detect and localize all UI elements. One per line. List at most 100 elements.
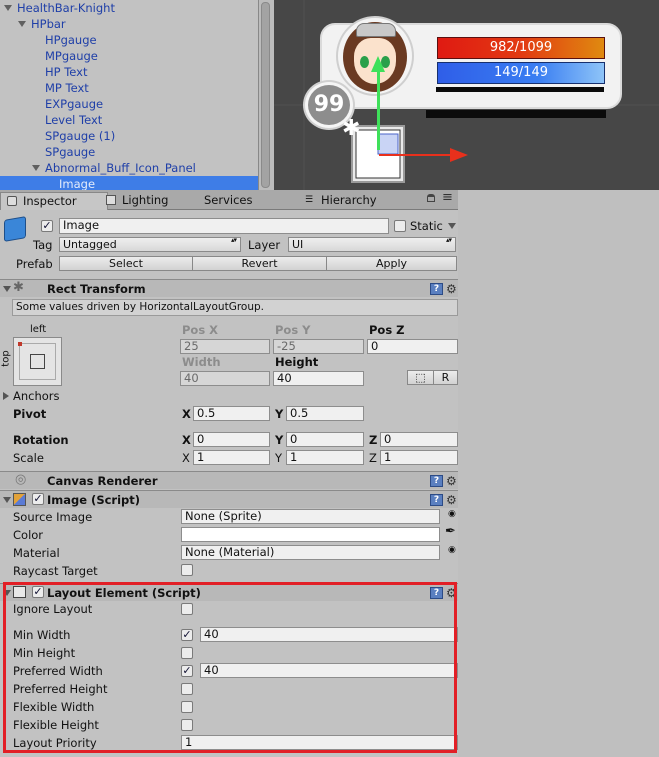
hierarchy-item-hpbar[interactable]: HPbar <box>0 16 258 32</box>
lock-icon[interactable] <box>427 194 435 202</box>
hierarchy-item-level-text[interactable]: Level Text <box>0 112 258 128</box>
color-swatch[interactable] <box>181 527 440 542</box>
gear-icon[interactable]: ⚙ <box>446 283 457 295</box>
scale-y-field[interactable]: 1 <box>286 450 364 465</box>
foldout-icon[interactable] <box>3 497 11 503</box>
pivot-label: Pivot <box>13 407 47 421</box>
object-picker-icon[interactable]: ◉ <box>448 509 456 519</box>
pos-x-field: 25 <box>180 339 270 354</box>
help-icon[interactable]: ? <box>430 283 443 295</box>
blueprint-icon: ⬚ <box>415 371 426 384</box>
pos-z-field[interactable]: 0 <box>367 339 458 354</box>
tab-lighting[interactable]: Lighting <box>100 192 190 210</box>
hierarchy-item-expgauge[interactable]: EXPgauge <box>0 96 258 112</box>
object-name-field[interactable]: Image <box>59 218 389 234</box>
tab-hierarchy[interactable]: ☰ Hierarchy <box>299 192 389 210</box>
scale-x-field[interactable]: 1 <box>193 450 270 465</box>
help-icon[interactable]: ? <box>430 475 443 487</box>
hierarchy-item-label: Level Text <box>45 113 103 127</box>
tab-label: Hierarchy <box>321 193 377 207</box>
menu-icon[interactable]: ≡ <box>442 191 453 204</box>
expand-triangle-icon[interactable] <box>4 5 12 11</box>
hierarchy-item-hp-text[interactable]: HP Text <box>0 64 258 80</box>
material-field[interactable]: None (Material) <box>181 545 440 560</box>
layer-label: Layer <box>248 238 281 252</box>
rotation-z-field[interactable]: 0 <box>380 432 458 447</box>
raycast-target-checkbox[interactable] <box>181 564 193 576</box>
blueprint-mode-button[interactable]: ⬚ <box>407 370 434 385</box>
width-field: 40 <box>180 371 270 386</box>
source-image-label: Source Image <box>13 510 93 524</box>
tag-dropdown[interactable]: Untagged <box>59 237 241 252</box>
image-script-header[interactable]: ✓ Image (Script) ? ⚙ <box>0 490 458 508</box>
hierarchy-item-label: HP Text <box>45 65 88 79</box>
hierarchy-item-hpgauge[interactable]: HPgauge <box>0 32 258 48</box>
hierarchy-item-spgauge-1[interactable]: SPgauge (1) <box>0 128 258 144</box>
gear-icon[interactable]: ⚙ <box>446 475 457 487</box>
image-enabled-checkbox[interactable]: ✓ <box>32 493 44 505</box>
help-icon[interactable]: ? <box>430 494 443 506</box>
anchor-presets-button[interactable] <box>13 337 62 386</box>
rotation-x-field[interactable]: 0 <box>193 432 270 447</box>
height-field[interactable]: 40 <box>273 371 364 386</box>
rotation-y-field[interactable]: 0 <box>286 432 364 447</box>
prefab-select-button[interactable]: Select <box>59 256 193 271</box>
raw-edit-button[interactable]: R <box>433 370 458 385</box>
pos-y-label: Pos Y <box>275 323 311 337</box>
gizmo-y-arrow-icon[interactable] <box>371 56 385 72</box>
hierarchy-item-healthbar-knight[interactable]: HealthBar-Knight <box>0 0 258 16</box>
gizmo-x-axis[interactable] <box>379 154 451 156</box>
canvas-renderer-header[interactable]: ◎ Canvas Renderer ? ⚙ <box>0 471 458 489</box>
anchor-point-icon <box>18 342 22 346</box>
pivot-x-field[interactable]: 0.5 <box>193 406 270 421</box>
tab-inspector[interactable]: Inspector <box>0 192 108 210</box>
hierarchy-icon: ☰ <box>305 195 314 205</box>
gizmo-y-axis[interactable] <box>377 60 380 150</box>
hierarchy-item-mpgauge[interactable]: MPgauge <box>0 48 258 64</box>
hierarchy-item-image[interactable]: Image <box>0 176 258 190</box>
hierarchy-item-label: EXPgauge <box>45 97 104 111</box>
tab-services[interactable]: Services <box>182 192 272 210</box>
gear-icon[interactable]: ⚙ <box>446 494 457 506</box>
hierarchy-item-mp-text[interactable]: MP Text <box>0 80 258 96</box>
expand-triangle-icon[interactable] <box>32 165 40 171</box>
gizmo-x-arrow-icon[interactable] <box>450 148 468 162</box>
hierarchy-item-label: HPbar <box>31 17 66 31</box>
hierarchy-item-label: Abnormal_Buff_Icon_Panel <box>45 161 196 175</box>
lighting-icon <box>106 195 116 205</box>
object-picker-icon[interactable]: ◉ <box>448 545 456 555</box>
eyedropper-icon[interactable]: ✒ <box>445 525 456 538</box>
driven-values-note: Some values driven by HorizontalLayoutGr… <box>12 299 458 316</box>
prefab-revert-button[interactable]: Revert <box>192 256 327 271</box>
hierarchy-scrollbar-thumb[interactable] <box>261 2 270 188</box>
layer-dropdown[interactable]: UI <box>288 237 456 252</box>
scale-z-field[interactable]: 1 <box>380 450 458 465</box>
image-component-icon <box>13 493 26 506</box>
source-image-field[interactable]: None (Sprite) <box>181 509 440 524</box>
pivot-handle-icon[interactable]: ✱ <box>342 118 360 140</box>
static-checkbox[interactable] <box>394 220 406 232</box>
prefab-apply-button[interactable]: Apply <box>326 256 457 271</box>
anchor-v-label: top <box>0 350 12 367</box>
scene-view[interactable]: 982/1099 149/149 99 ✱ <box>274 0 659 190</box>
anchors-label[interactable]: Anchors <box>13 389 60 403</box>
rotation-x-label: X <box>182 433 191 447</box>
anchors-foldout-icon[interactable] <box>3 392 9 400</box>
tab-label: Inspector <box>23 194 77 208</box>
active-checkbox[interactable]: ✓ <box>41 220 53 232</box>
foldout-icon[interactable] <box>3 286 11 292</box>
expand-triangle-icon[interactable] <box>18 21 26 27</box>
pos-x-label: Pos X <box>182 323 219 337</box>
rect-transform-header[interactable]: ✱ Rect Transform ? ⚙ <box>0 279 458 297</box>
hierarchy-item-spgauge[interactable]: SPgauge <box>0 144 258 160</box>
pos-y-field: -25 <box>273 339 364 354</box>
rotation-y-label: Y <box>275 433 284 447</box>
hierarchy-item-label: HealthBar-Knight <box>17 1 115 15</box>
static-dropdown-icon[interactable] <box>448 223 456 229</box>
hierarchy-item-label: MP Text <box>45 81 89 95</box>
pivot-y-field[interactable]: 0.5 <box>286 406 364 421</box>
static-label: Static <box>410 219 443 233</box>
pivot-y-label: Y <box>275 407 284 421</box>
hierarchy-item-label: MPgauge <box>45 49 98 63</box>
hierarchy-item-abnormal-buff-icon-panel[interactable]: Abnormal_Buff_Icon_Panel <box>0 160 258 176</box>
